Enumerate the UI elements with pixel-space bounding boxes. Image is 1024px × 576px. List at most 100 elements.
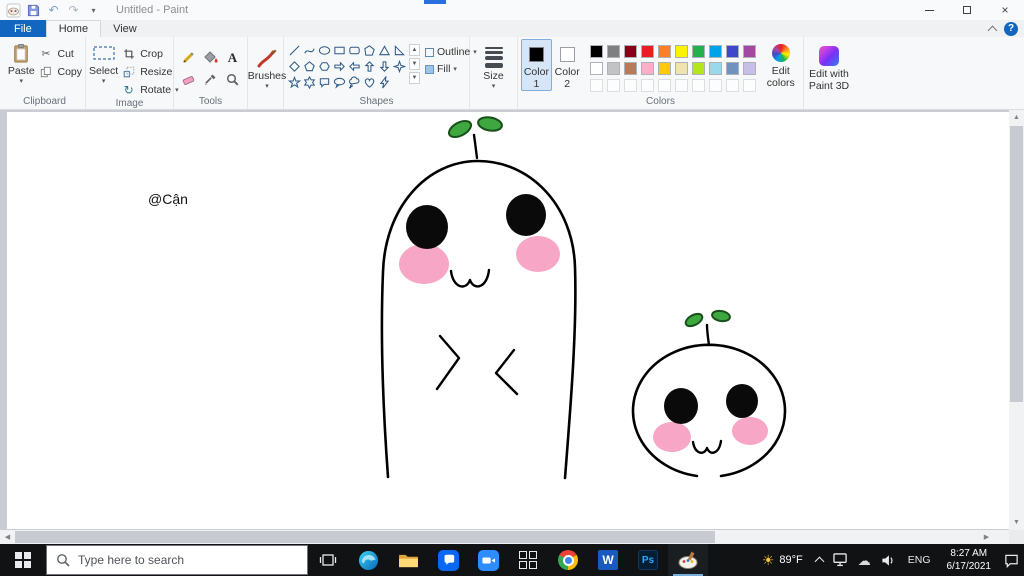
palette-swatch[interactable] <box>589 62 603 75</box>
vertical-scroll-thumb[interactable] <box>1010 126 1023 402</box>
chat-app-taskbar-button[interactable] <box>428 544 468 576</box>
shape-line[interactable] <box>287 43 301 57</box>
show-hidden-icons-button[interactable] <box>811 544 828 576</box>
brushes-button[interactable]: Brushes ▾ <box>248 44 286 90</box>
palette-swatch-empty[interactable] <box>674 79 688 92</box>
shape-six-point-star[interactable] <box>302 75 316 89</box>
palette-swatch[interactable] <box>691 45 705 58</box>
shape-cloud-callout[interactable] <box>347 75 361 89</box>
volume-tray-button[interactable] <box>876 544 900 576</box>
shape-right-triangle[interactable] <box>392 43 406 57</box>
tab-home[interactable]: Home <box>45 20 102 37</box>
palette-swatch[interactable] <box>742 62 756 75</box>
language-indicator[interactable]: ENG <box>900 544 939 576</box>
palette-swatch[interactable] <box>657 45 671 58</box>
tab-view[interactable]: View <box>101 20 149 37</box>
color1-button[interactable]: Color 1 <box>521 39 552 92</box>
shape-rounded-callout[interactable] <box>317 75 331 89</box>
shape-oval-callout[interactable] <box>332 75 346 89</box>
task-view-button[interactable] <box>308 544 348 576</box>
weather-widget[interactable]: ☀ 89°F <box>754 544 811 576</box>
palette-swatch-empty[interactable] <box>623 79 637 92</box>
scroll-right-arrow[interactable]: ▶ <box>979 530 994 544</box>
shape-rounded-rectangle[interactable] <box>347 43 361 57</box>
palette-swatch-empty[interactable] <box>742 79 756 92</box>
palette-swatch[interactable] <box>708 62 722 75</box>
palette-swatch[interactable] <box>725 62 739 75</box>
palette-swatch-empty[interactable] <box>657 79 671 92</box>
search-input[interactable] <box>78 553 283 567</box>
collapse-ribbon-button[interactable] <box>987 24 998 35</box>
shape-curve[interactable] <box>302 43 316 57</box>
palette-swatch[interactable] <box>691 62 705 75</box>
scroll-down-arrow[interactable]: ▼ <box>1009 515 1024 530</box>
palette-swatch[interactable] <box>589 45 603 58</box>
minimize-button[interactable] <box>910 0 948 20</box>
palette-swatch[interactable] <box>623 45 637 58</box>
save-button[interactable] <box>25 2 42 19</box>
undo-button[interactable]: ↶ <box>45 2 62 19</box>
edit-with-paint3d-button[interactable]: Edit with Paint 3D <box>807 42 851 92</box>
grid-app-taskbar-button[interactable] <box>508 544 548 576</box>
palette-swatch-empty[interactable] <box>640 79 654 92</box>
action-center-button[interactable] <box>999 544 1024 576</box>
palette-swatch[interactable] <box>742 45 756 58</box>
crop-button[interactable]: Crop <box>121 46 178 61</box>
shape-five-point-star[interactable] <box>287 75 301 89</box>
shape-polygon[interactable] <box>362 43 376 57</box>
eraser-tool-button[interactable] <box>179 70 198 89</box>
maximize-button[interactable] <box>948 0 986 20</box>
palette-swatch[interactable] <box>657 62 671 75</box>
file-explorer-taskbar-button[interactable] <box>388 544 428 576</box>
pencil-tool-button[interactable] <box>179 48 198 67</box>
shape-diamond[interactable] <box>287 59 301 73</box>
text-tool-button[interactable]: A <box>223 48 242 67</box>
palette-swatch-empty[interactable] <box>589 79 603 92</box>
horizontal-scrollbar[interactable]: ◀ ▶ <box>0 530 1009 544</box>
onedrive-tray-button[interactable]: ☁ <box>853 544 876 576</box>
shape-lightning[interactable] <box>377 75 391 89</box>
palette-swatch[interactable] <box>674 45 688 58</box>
rotate-button[interactable]: ↻ Rotate ▾ <box>121 82 179 97</box>
chrome-taskbar-button[interactable] <box>548 544 588 576</box>
shape-hexagon[interactable] <box>317 59 331 73</box>
shape-oval[interactable] <box>317 43 331 57</box>
cut-button[interactable]: ✂ Cut <box>38 46 82 61</box>
taskbar-search[interactable] <box>46 545 308 575</box>
palette-swatch[interactable] <box>606 62 620 75</box>
shape-up-arrow[interactable] <box>362 59 376 73</box>
palette-swatch[interactable] <box>606 45 620 58</box>
horizontal-scroll-thumb[interactable] <box>15 531 715 543</box>
help-button[interactable]: ? <box>1004 21 1018 36</box>
fill-tool-button[interactable] <box>201 48 220 67</box>
palette-swatch[interactable] <box>674 62 688 75</box>
network-tray-button[interactable] <box>828 544 853 576</box>
video-call-app-taskbar-button[interactable] <box>468 544 508 576</box>
shapes-scroll-up[interactable]: ▲ <box>409 44 420 56</box>
close-button[interactable]: × <box>986 0 1024 20</box>
shape-right-arrow[interactable] <box>332 59 346 73</box>
start-button[interactable] <box>0 544 46 576</box>
copy-button[interactable]: Copy <box>38 64 82 79</box>
edit-colors-button[interactable]: Edit colors <box>762 39 800 89</box>
shape-four-point-star[interactable] <box>392 59 406 73</box>
palette-swatch[interactable] <box>725 45 739 58</box>
palette-swatch[interactable] <box>640 62 654 75</box>
shape-down-arrow[interactable] <box>377 59 391 73</box>
select-button[interactable]: Select ▾ <box>89 39 118 85</box>
word-taskbar-button[interactable]: W <box>588 544 628 576</box>
size-button[interactable]: Size ▾ <box>478 44 510 90</box>
vertical-scrollbar[interactable]: ▲ ▼ <box>1009 110 1024 530</box>
shapes-scroll-down[interactable]: ▼ <box>409 58 420 70</box>
magnifier-tool-button[interactable] <box>223 70 242 89</box>
customize-toolbar-dropdown[interactable]: ▾ <box>85 2 102 19</box>
shape-triangle[interactable] <box>377 43 391 57</box>
palette-swatch-empty[interactable] <box>691 79 705 92</box>
edge-taskbar-button[interactable] <box>348 544 388 576</box>
paint-taskbar-button[interactable] <box>668 544 708 576</box>
color2-button[interactable]: Color 2 <box>552 39 583 91</box>
palette-swatch-empty[interactable] <box>725 79 739 92</box>
paste-button[interactable]: Paste ▾ <box>7 39 35 85</box>
palette-swatch[interactable] <box>708 45 722 58</box>
palette-swatch[interactable] <box>623 62 637 75</box>
